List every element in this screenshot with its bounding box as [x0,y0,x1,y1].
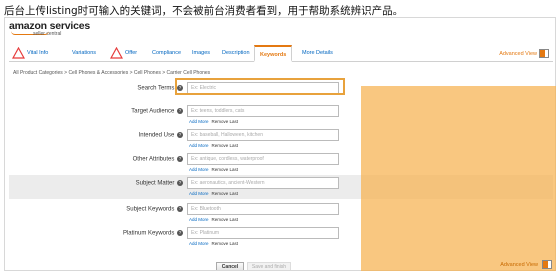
subject-keywords-input[interactable]: Ex: Bluetooth [187,203,339,215]
search-terms-highlight [175,78,345,95]
warning-icon [110,47,123,59]
tab-label: More Details [302,50,333,56]
orange-overlay [361,86,556,271]
add-more-link[interactable]: Add More [189,119,209,124]
remove-last-link[interactable]: Remove Last [212,241,239,246]
tab-compliance[interactable]: Compliance [147,45,186,62]
tab-bar: Vital Info Variations Offer Compliance I… [9,45,553,62]
tab-vital-info[interactable]: Vital Info [9,45,53,62]
tab-label: Vital Info [27,50,49,56]
tab-more-details[interactable]: More Details [297,45,338,62]
warning-icon [12,47,25,59]
toggle-knob [543,261,548,268]
field-label: Target Audience ? [131,108,183,115]
other-attributes-input[interactable]: Ex: antique, cordless, waterproof [187,153,339,165]
remove-last-link[interactable]: Remove Last [212,143,239,148]
help-icon[interactable]: ? [177,230,183,236]
add-more-link[interactable]: Add More [189,241,209,246]
subject-matter-input[interactable]: Ex: aeronautics, ancient-Western [187,177,339,189]
add-remove-links: Add More Remove Last [189,167,238,172]
add-more-link[interactable]: Add More [189,143,209,148]
target-audience-input[interactable]: Ex: teens, toddlers, cats [187,105,339,117]
brand-sub: seller central [33,31,62,37]
tab-label: Offer [125,50,138,56]
tab-label: Description [222,50,250,56]
field-label: Intended Use ? [139,132,183,139]
field-label: Subject Matter ? [136,180,183,187]
add-more-link[interactable]: Add More [189,167,209,172]
caption-text: 后台上传listing时可输入的关键词，不会被前台消费者看到，用于帮助系统辨识产… [4,5,404,17]
add-more-link[interactable]: Add More [189,217,209,222]
amazon-services-logo: amazon services seller central [9,20,90,37]
add-remove-links: Add More Remove Last [189,143,238,148]
add-remove-links: Add More Remove Last [189,217,238,222]
advanced-view-toggle[interactable] [539,49,549,58]
help-icon[interactable]: ? [177,180,183,186]
tab-label: Keywords [260,52,287,58]
remove-last-link[interactable]: Remove Last [212,217,239,222]
field-label-text: Search Terms [137,85,175,92]
tab-keywords[interactable]: Keywords [254,45,293,62]
advanced-view-link[interactable]: Advanced View [499,51,537,57]
tab-label: Compliance [152,50,182,56]
field-label: Platinum Keywords ? [123,230,183,237]
field-label-text: Subject Matter [135,180,175,187]
remove-last-link[interactable]: Remove Last [212,167,239,172]
field-label: Subject Keywords ? [126,206,183,213]
platinum-keywords-input[interactable]: Ex: Platinum [187,227,339,239]
field-label-text: Target Audience [131,108,175,115]
add-more-link[interactable]: Add More [189,191,209,196]
cancel-button[interactable]: Cancel [216,262,244,270]
add-remove-links: Add More Remove Last [189,191,238,196]
intended-use-input[interactable]: Ex: baseball, Halloween, kitchen [187,129,339,141]
tab-offer[interactable]: Offer [107,45,142,62]
help-icon[interactable]: ? [177,206,183,212]
field-label-text: Subject Keywords [126,206,175,213]
help-icon[interactable]: ? [177,132,183,138]
tab-label: Images [192,50,211,56]
tab-images[interactable]: Images [187,45,215,62]
advanced-view-link-bottom[interactable]: Advanced View [500,262,538,268]
tab-description[interactable]: Description [217,45,255,62]
add-remove-links: Add More Remove Last [189,119,238,124]
breadcrumb: All Product Categories > Cell Phones & A… [13,70,211,76]
help-icon[interactable]: ? [177,108,183,114]
tab-variations[interactable]: Variations [67,45,101,62]
field-label: Other Attributes ? [133,156,183,163]
advanced-view-toggle-bottom[interactable] [542,260,552,269]
toggle-knob [540,50,545,57]
save-and-finish-button[interactable]: Save and finish [247,262,291,270]
field-label-text: Intended Use [138,132,175,139]
add-remove-links: Add More Remove Last [189,241,238,246]
field-label-text: Platinum Keywords [122,230,175,237]
remove-last-link[interactable]: Remove Last [212,119,239,124]
field-label-text: Other Attributes [132,156,175,163]
help-icon[interactable]: ? [177,156,183,162]
tab-label: Variations [72,50,97,56]
remove-last-link[interactable]: Remove Last [212,191,239,196]
